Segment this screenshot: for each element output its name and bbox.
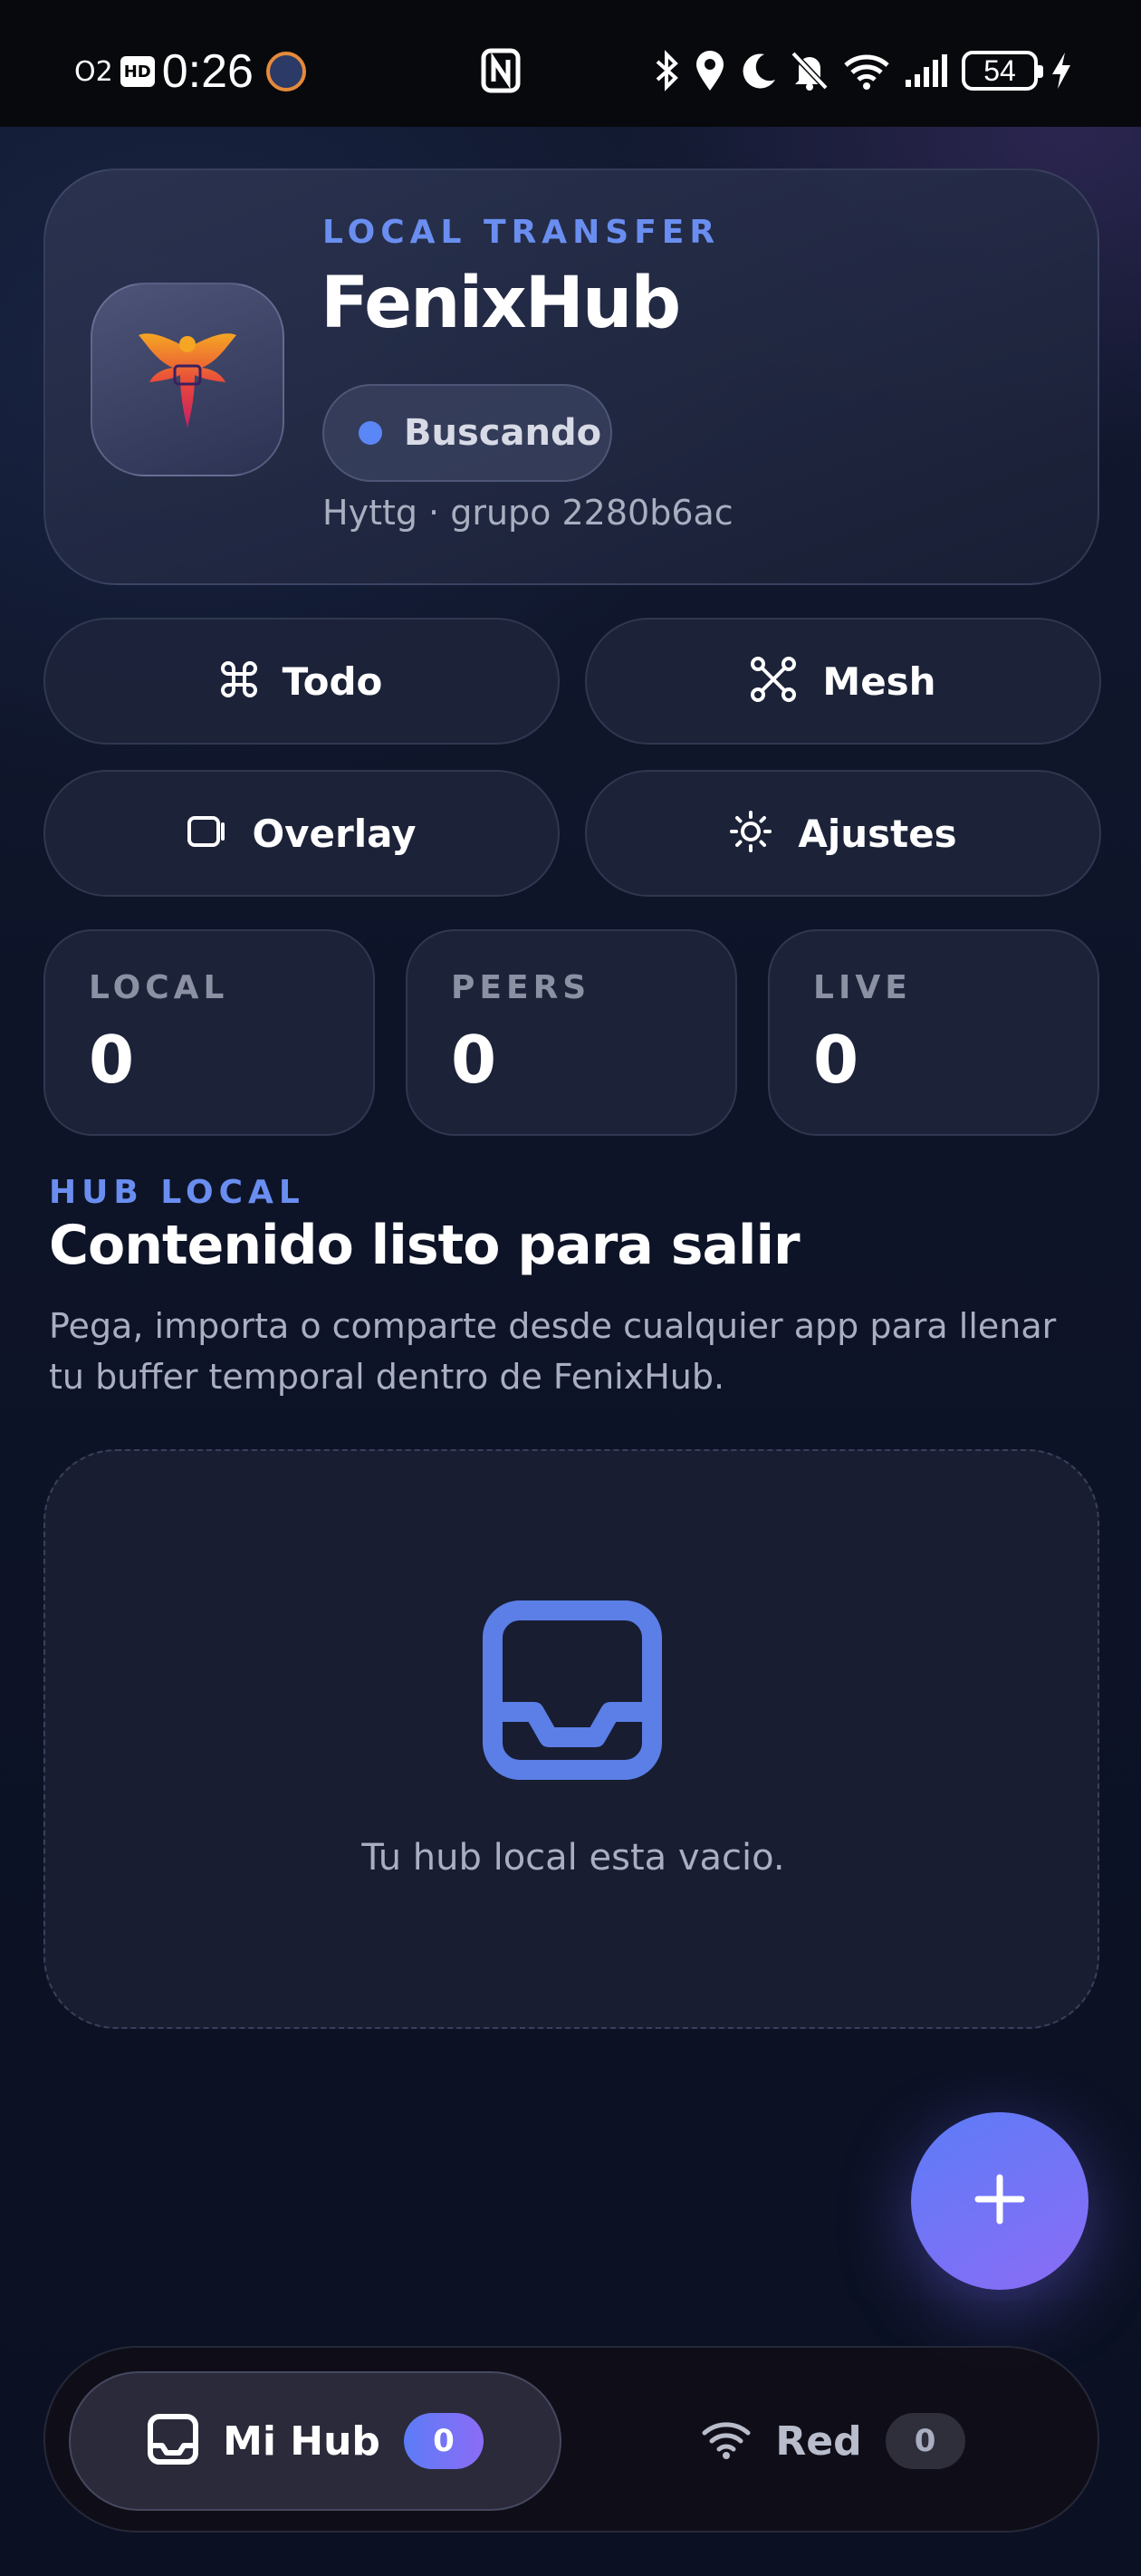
stat-peers-value: 0 bbox=[451, 1022, 497, 1098]
nav-item-red[interactable]: Red 0 bbox=[589, 2371, 1078, 2511]
device-group-label: Hyttg · grupo 2280b6ac bbox=[322, 493, 734, 533]
ajustes-button[interactable]: Ajustes bbox=[585, 770, 1101, 897]
overlay-button[interactable]: Overlay bbox=[43, 770, 560, 897]
mesh-button-label: Mesh bbox=[822, 658, 936, 704]
stat-live: LIVE 0 bbox=[768, 929, 1099, 1136]
status-bar: O2 HD 0:26 54 bbox=[0, 0, 1141, 127]
bell-off-icon bbox=[790, 50, 829, 91]
empty-hub-card: Tu hub local esta vacio. bbox=[43, 1449, 1099, 2029]
header-card: LOCAL TRANSFER FenixHub Buscando Hyttg ·… bbox=[43, 168, 1099, 585]
section-title: Contenido listo para salir bbox=[49, 1214, 801, 1277]
nav-mi-hub-badge: 0 bbox=[403, 2413, 484, 2469]
status-bar-right: 54 bbox=[654, 43, 1072, 98]
stat-local-value: 0 bbox=[89, 1022, 135, 1098]
phoenix-logo-icon bbox=[91, 283, 284, 476]
todo-button-label: Todo bbox=[282, 658, 383, 704]
mesh-icon bbox=[750, 656, 797, 706]
nav-mi-hub-label: Mi Hub bbox=[223, 2417, 380, 2465]
status-text: Buscando bbox=[404, 412, 602, 454]
screen: O2 HD 0:26 54 LOCAL TRANSFER FenixHub Bu… bbox=[0, 0, 1141, 2576]
location-icon bbox=[694, 49, 726, 92]
wifi-icon bbox=[842, 51, 891, 91]
nav-red-badge: 0 bbox=[885, 2413, 965, 2469]
app-title: FenixHub bbox=[321, 263, 681, 344]
overlay-icon bbox=[187, 815, 226, 851]
bottom-nav: Mi Hub 0 Red 0 bbox=[43, 2346, 1099, 2533]
status-dot bbox=[359, 421, 382, 445]
stat-peers: PEERS 0 bbox=[406, 929, 737, 1136]
carrier-label: O2 bbox=[74, 55, 113, 88]
status-pill[interactable]: Buscando bbox=[322, 384, 612, 482]
hd-badge: HD bbox=[120, 56, 155, 87]
mesh-button[interactable]: Mesh bbox=[585, 618, 1101, 745]
bluetooth-icon bbox=[654, 49, 681, 92]
charging-icon bbox=[1050, 51, 1072, 91]
moon-icon bbox=[739, 51, 777, 91]
stat-live-value: 0 bbox=[813, 1022, 859, 1098]
add-button[interactable] bbox=[911, 2112, 1088, 2290]
ajustes-button-label: Ajustes bbox=[798, 811, 957, 856]
inbox-icon bbox=[482, 1600, 663, 1781]
empty-hub-text: Tu hub local esta vacio. bbox=[361, 1837, 785, 1879]
section-eyebrow: HUB LOCAL bbox=[49, 1174, 305, 1211]
stat-peers-label: PEERS bbox=[451, 969, 591, 1006]
clock: 0:26 bbox=[161, 45, 254, 98]
plus-icon bbox=[973, 2172, 1027, 2230]
nav-item-mi-hub[interactable]: Mi Hub 0 bbox=[69, 2371, 561, 2511]
battery-indicator: 54 bbox=[962, 51, 1043, 91]
stat-local-label: LOCAL bbox=[89, 969, 229, 1006]
status-bar-left: O2 HD 0:26 bbox=[74, 40, 306, 103]
section-description: Pega, importa o comparte desde cualquier… bbox=[49, 1306, 1057, 1397]
sun-settings-icon bbox=[729, 810, 772, 857]
nav-red-label: Red bbox=[775, 2417, 862, 2465]
inbox-icon bbox=[147, 2413, 199, 2469]
wifi-icon bbox=[701, 2418, 752, 2464]
command-icon bbox=[220, 661, 257, 701]
nfc-icon bbox=[480, 47, 522, 94]
app-notification-icon bbox=[265, 52, 306, 91]
overlay-button-label: Overlay bbox=[252, 811, 417, 856]
header-eyebrow: LOCAL TRANSFER bbox=[322, 214, 721, 251]
signal-icon bbox=[904, 53, 949, 89]
todo-button[interactable]: Todo bbox=[43, 618, 560, 745]
stat-local: LOCAL 0 bbox=[43, 929, 375, 1136]
stat-live-label: LIVE bbox=[813, 969, 912, 1006]
